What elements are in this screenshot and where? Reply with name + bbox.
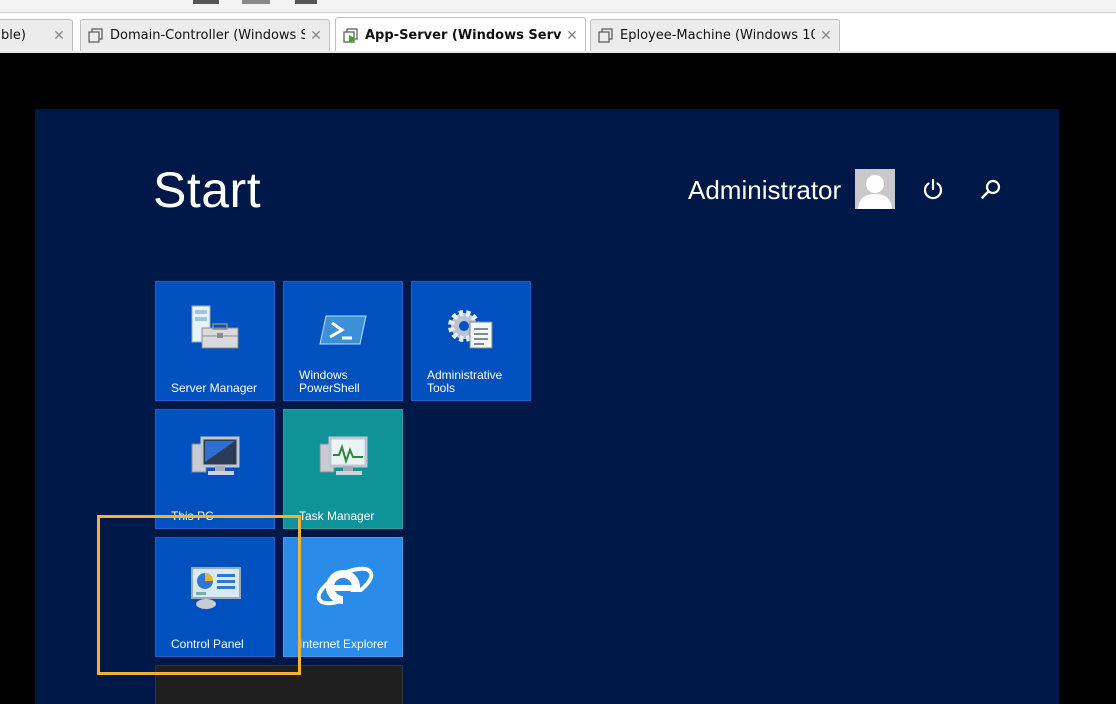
control-panel-icon (186, 556, 246, 616)
vm-tab-employee-machine[interactable]: Eployee-Machine (Windows 10) ✕ (590, 19, 840, 51)
close-tab-icon[interactable]: ✕ (52, 28, 66, 44)
vm-window-icon (88, 27, 104, 44)
tile-this-pc[interactable]: This PC (155, 409, 275, 529)
close-tab-icon[interactable]: ✕ (819, 28, 833, 44)
tab-label: ble) (1, 28, 26, 43)
tile-label: Control Panel (171, 637, 244, 651)
tile-label: Internet Explorer (299, 637, 388, 651)
user-avatar-icon[interactable] (855, 169, 895, 209)
computer-icon (186, 428, 246, 488)
vm-tab-1[interactable]: ble) ✕ (0, 19, 73, 51)
tab-label: Domain-Controller (Windows S... (110, 28, 305, 43)
tile-internet-explorer[interactable]: Internet Explorer (283, 537, 403, 657)
tile-task-manager[interactable]: Task Manager (283, 409, 403, 529)
vm-window-icon (598, 27, 614, 44)
search-icon[interactable] (979, 177, 1003, 201)
close-tab-icon[interactable]: ✕ (309, 28, 323, 44)
toolbar-button-icon[interactable] (242, 0, 270, 4)
tile-control-panel[interactable]: Control Panel (155, 537, 275, 657)
tile-desktop[interactable] (155, 665, 403, 704)
toolbar-button-icon[interactable] (193, 0, 219, 4)
tab-label: App-Server (Windows Serv... (365, 28, 561, 43)
tile-label: This PC (171, 509, 214, 523)
server-manager-icon (186, 300, 246, 360)
toolbar-button-icon[interactable] (295, 0, 317, 4)
task-manager-icon (314, 428, 374, 488)
tab-strip-border (0, 51, 1116, 53)
power-icon[interactable] (921, 177, 945, 201)
toolbar-edge (0, 0, 1116, 13)
vm-tab-app-server[interactable]: App-Server (Windows Serv... ✕ (335, 17, 586, 53)
tab-label: Eployee-Machine (Windows 10) (620, 28, 815, 43)
internet-explorer-icon (312, 554, 374, 614)
tile-label: Task Manager (299, 509, 375, 523)
tile-label: Server Manager (171, 381, 258, 395)
start-screen: Start Administrator Server Manager Windo… (35, 109, 1059, 704)
close-tab-icon[interactable]: ✕ (565, 28, 579, 44)
tile-label: Windows PowerShell (299, 368, 360, 395)
tile-windows-powershell[interactable]: Windows PowerShell (283, 281, 403, 401)
powershell-icon (314, 300, 374, 360)
user-name[interactable]: Administrator (688, 175, 841, 206)
vm-tab-domain-controller[interactable]: Domain-Controller (Windows S... ✕ (80, 19, 330, 51)
tile-label: Administrative Tools (427, 368, 503, 395)
administrative-tools-icon (442, 300, 502, 360)
vm-running-icon (343, 27, 359, 44)
start-title: Start (153, 162, 262, 218)
tile-administrative-tools[interactable]: Administrative Tools (411, 281, 531, 401)
vm-tab-strip: ble) ✕ Domain-Controller (Windows S... ✕… (0, 0, 1116, 53)
tile-server-manager[interactable]: Server Manager (155, 281, 275, 401)
